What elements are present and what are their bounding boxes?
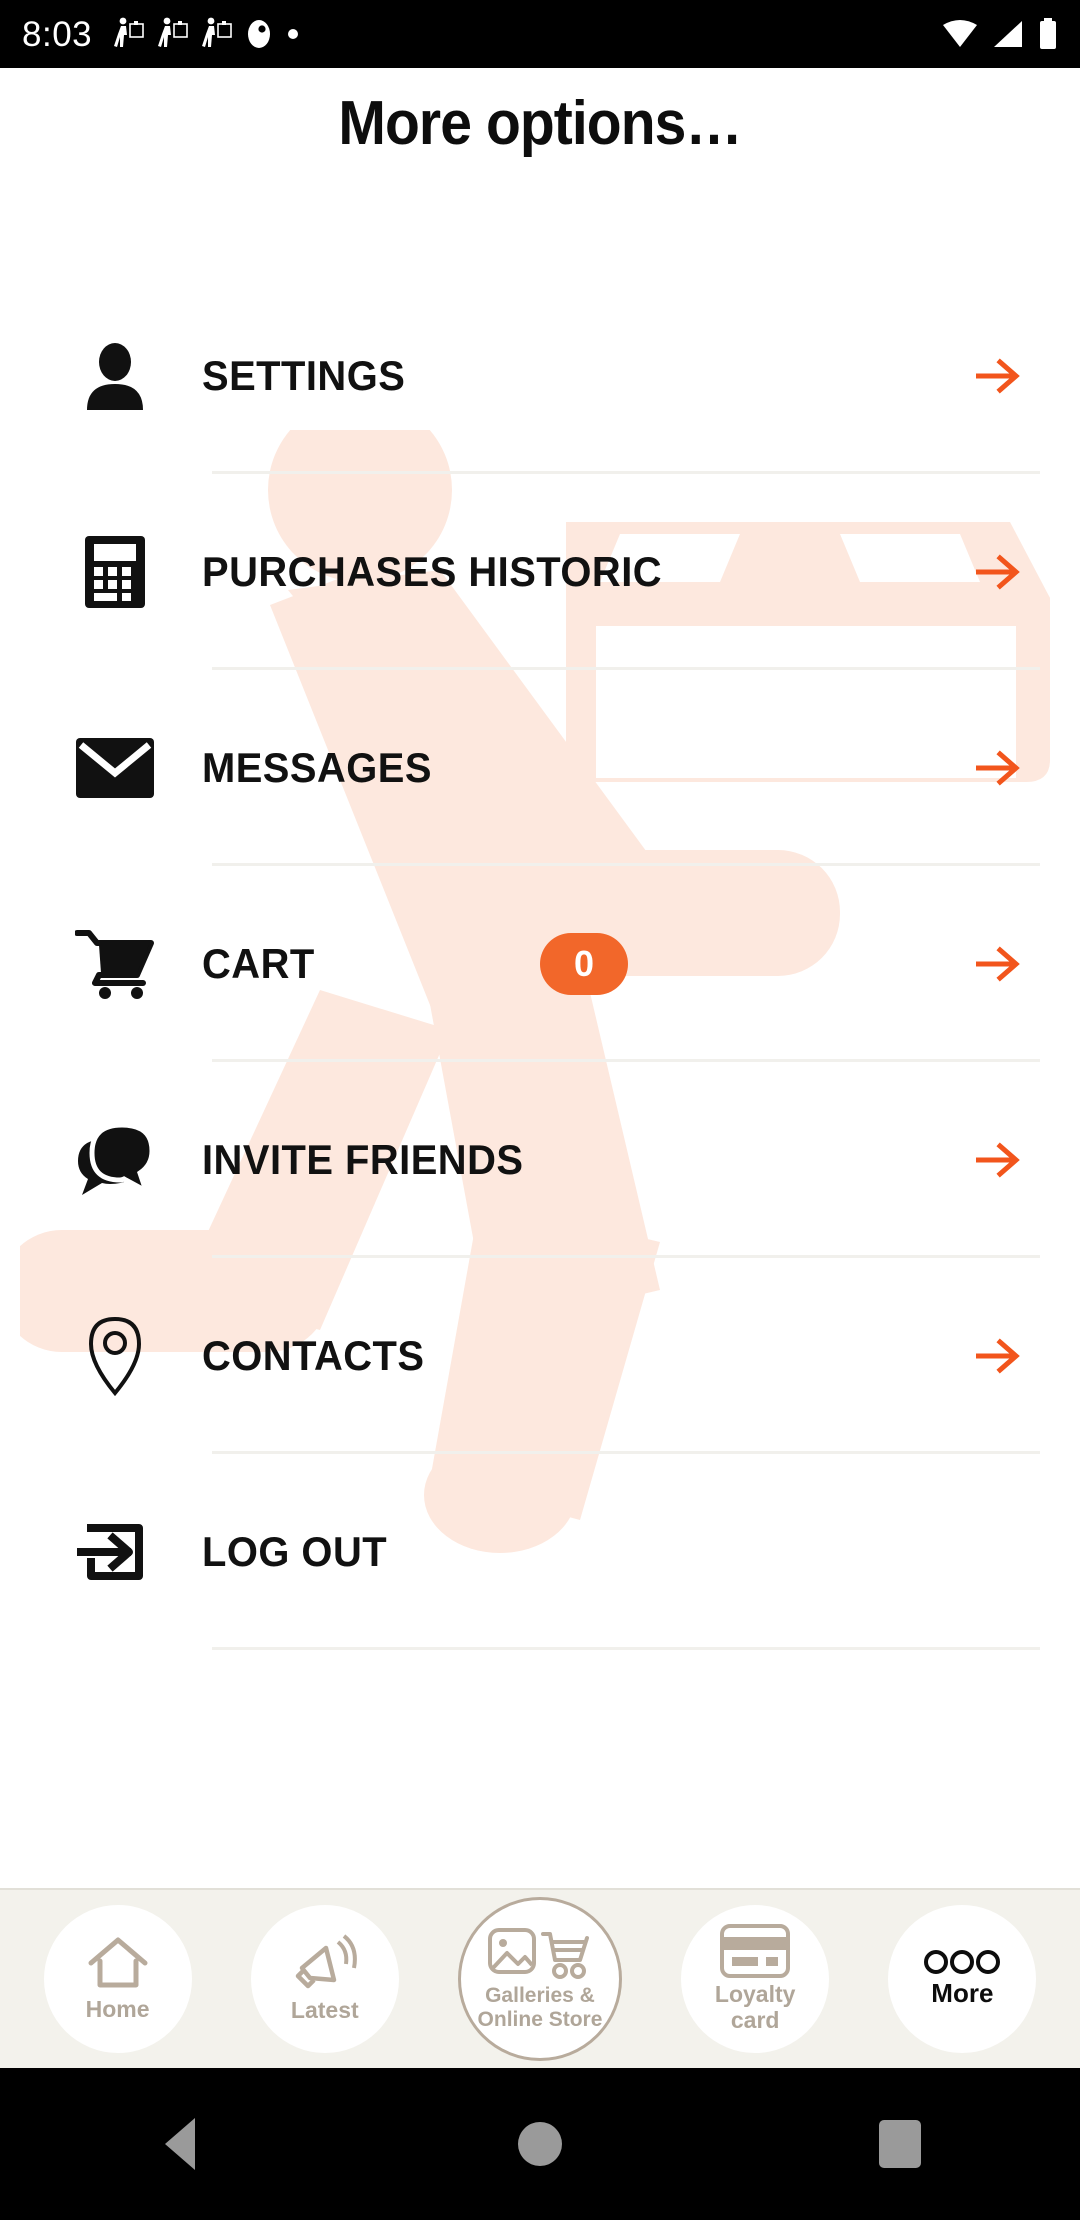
menu-item-settings[interactable]: SETTINGS	[0, 278, 1080, 474]
page-title: More options…	[338, 89, 742, 158]
home-circle-icon	[518, 2122, 562, 2166]
status-bar-notification-icons	[114, 17, 300, 51]
nav-item-home[interactable]: Home	[43, 1905, 192, 2053]
calculator-icon	[72, 529, 158, 615]
menu-item-label: LOG OUT	[202, 1528, 388, 1575]
wifi-icon	[943, 20, 977, 47]
credit-card-icon	[720, 1924, 791, 1979]
person-icon	[72, 333, 158, 419]
app-badge-icon	[248, 20, 271, 48]
nav-item-label: More	[931, 1978, 994, 2009]
dot-icon	[288, 29, 299, 39]
nav-item-galleries-online-store[interactable]: Galleries & Online Store	[457, 1897, 622, 2061]
menu-item-log-out[interactable]: LOG OUT	[0, 1454, 1080, 1650]
chat-bubbles-icon	[72, 1117, 158, 1203]
arrow-right-icon[interactable]	[976, 549, 1022, 595]
android-recents-button[interactable]	[840, 2084, 960, 2204]
nav-item-label: Home	[85, 1996, 150, 2023]
bottom-navigation-bar: Home Latest Galleries & Online Store Loy…	[0, 1888, 1080, 2068]
status-bar-clock: 8:03	[22, 14, 93, 54]
android-system-navigation	[0, 2068, 1080, 2220]
nav-item-latest[interactable]: Latest	[250, 1905, 399, 2053]
menu-item-messages[interactable]: MESSAGES	[0, 670, 1080, 866]
menu-item-label: CART	[202, 940, 315, 987]
arrow-right-icon[interactable]	[976, 941, 1022, 987]
delivery-person-icon	[114, 17, 144, 47]
menu-item-purchases-historic[interactable]: PURCHASES HISTORIC	[0, 474, 1080, 670]
nav-item-label: Latest	[290, 1997, 359, 2024]
shopping-cart-icon	[72, 921, 158, 1007]
megaphone-icon	[292, 1934, 358, 1994]
android-back-button[interactable]	[120, 2084, 240, 2204]
status-bar-system-icons	[942, 18, 1058, 50]
delivery-person-icon	[158, 17, 188, 47]
nav-item-label: Galleries & Online Store	[477, 1984, 603, 2031]
menu-item-cart[interactable]: CART 0	[0, 866, 1080, 1062]
menu-item-label: PURCHASES HISTORIC	[202, 548, 663, 595]
menu-item-invite-friends[interactable]: INVITE FRIENDS	[0, 1062, 1080, 1258]
cart-count-badge: 0	[540, 933, 628, 995]
arrow-right-icon[interactable]	[976, 353, 1022, 399]
gallery-cart-icon	[487, 1926, 592, 1980]
nav-item-more[interactable]: More	[888, 1905, 1037, 2053]
battery-icon	[1040, 18, 1056, 49]
menu-item-label: CONTACTS	[202, 1332, 425, 1379]
signal-icon	[994, 21, 1022, 47]
menu-item-label: MESSAGES	[202, 744, 432, 791]
arrow-right-icon[interactable]	[976, 1137, 1022, 1183]
back-icon	[165, 2118, 195, 2170]
app-screen: 8:03 More options… SETTINGS PURCHASES HI…	[0, 0, 1080, 2220]
options-menu-list: SETTINGS PURCHASES HISTORIC MESSAGES CAR…	[0, 278, 1080, 1650]
arrow-right-icon[interactable]	[976, 745, 1022, 791]
menu-item-contacts[interactable]: CONTACTS	[0, 1258, 1080, 1454]
menu-item-label: INVITE FRIENDS	[202, 1136, 524, 1183]
status-bar: 8:03	[0, 0, 1080, 68]
logout-icon	[72, 1509, 158, 1595]
android-home-button[interactable]	[480, 2084, 600, 2204]
nav-item-loyalty-card[interactable]: Loyalty card	[681, 1905, 830, 2053]
home-icon	[87, 1935, 149, 1993]
arrow-right-icon[interactable]	[976, 1333, 1022, 1379]
menu-item-label: SETTINGS	[202, 352, 406, 399]
three-circles-icon	[923, 1949, 1001, 1975]
envelope-icon	[72, 725, 158, 811]
delivery-person-icon	[202, 17, 232, 47]
recents-icon	[879, 2120, 921, 2168]
nav-item-label: Loyalty card	[714, 1981, 796, 2033]
row-divider	[212, 1647, 1040, 1650]
location-pin-icon	[72, 1313, 158, 1399]
